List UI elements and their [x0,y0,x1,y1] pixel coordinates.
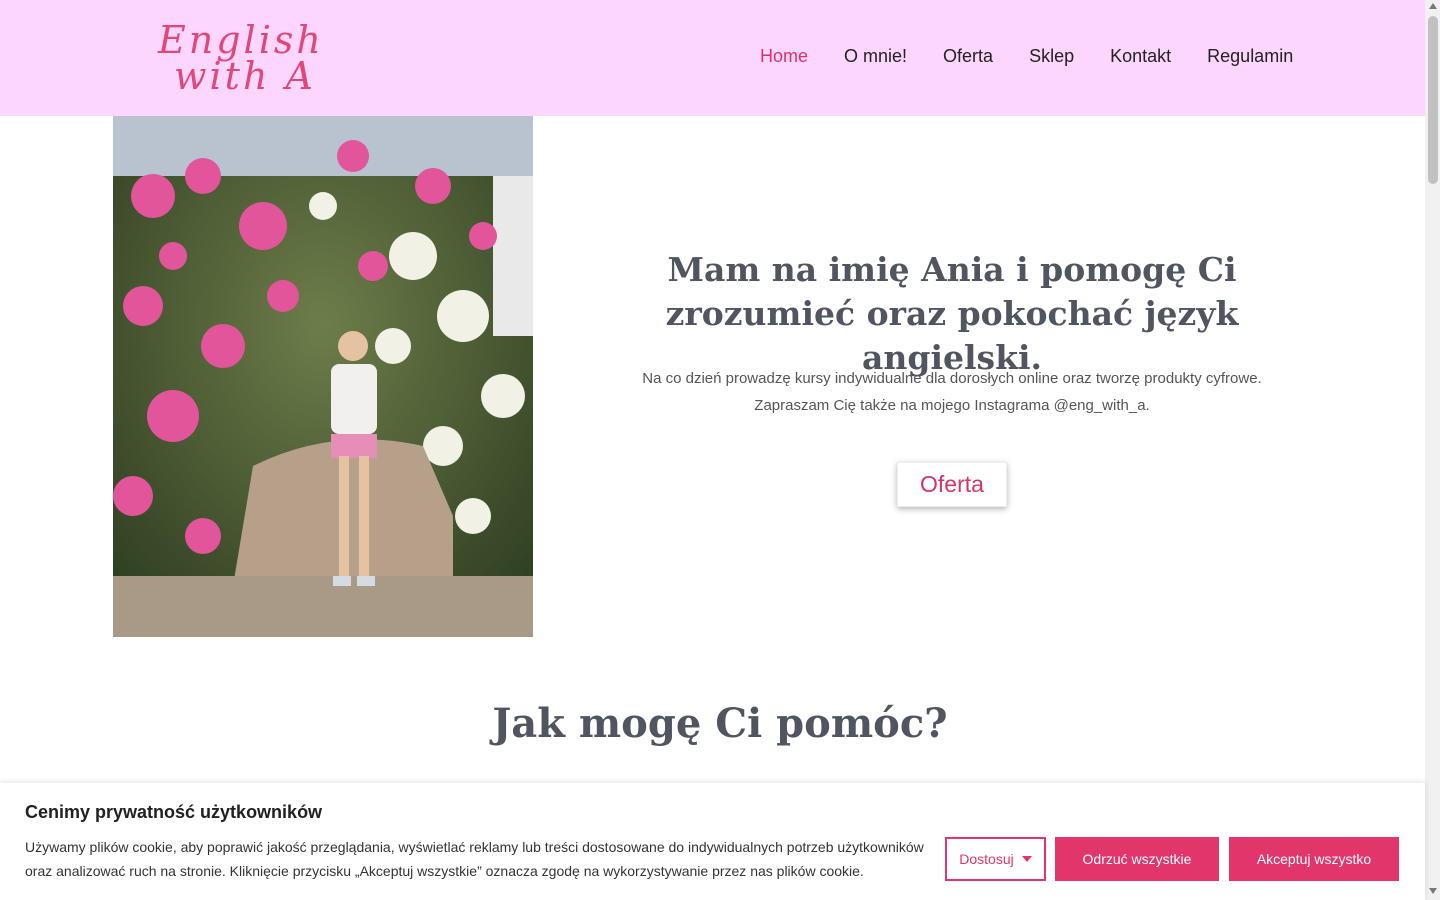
hero-photo [113,116,533,637]
scroll-thumb[interactable] [1428,16,1438,184]
logo-line-2: with A [174,54,316,98]
main-nav: Home O mnie! Oferta Sklep Kontakt Regula… [760,46,1329,67]
nav-o-mnie[interactable]: O mnie! [844,46,907,67]
hero-description-line-1: Na co dzień prowadzę kursy indywidualne … [642,370,1262,387]
customize-label: Dostosuj [959,851,1014,867]
cookie-description: Używamy plików cookie, aby poprawić jako… [25,839,924,879]
section-title: Jak mogę Ci pomóc? [492,700,948,747]
nav-home[interactable]: Home [760,46,808,67]
nav-sklep[interactable]: Sklep [1029,46,1074,67]
page-scrollbar[interactable] [1425,0,1440,900]
hero-description-line-2: Zapraszam Cię także na mojego Instagrama… [754,397,1150,414]
nav-kontakt[interactable]: Kontakt [1110,46,1171,67]
scroll-down-arrow-icon[interactable] [1429,888,1437,894]
oferta-button[interactable]: Oferta [897,462,1007,507]
nav-oferta[interactable]: Oferta [943,46,993,67]
cookie-banner: Cenimy prywatność użytkowników Używamy p… [0,783,1425,900]
accept-all-button[interactable]: Akceptuj wszystko [1229,837,1399,881]
hero-description: Na co dzień prowadzę kursy indywidualne … [590,365,1314,419]
site-header: English with A Home O mnie! Oferta Sklep… [0,0,1425,116]
nav-regulamin[interactable]: Regulamin [1207,46,1293,67]
customize-button[interactable]: Dostosuj [945,837,1046,881]
logo-line-1: English [158,18,324,62]
cookie-title: Cenimy prywatność użytkowników [25,802,323,822]
scroll-up-arrow-icon[interactable] [1429,3,1437,9]
site-logo[interactable]: English with A [158,18,324,98]
reject-all-button[interactable]: Odrzuć wszystkie [1055,837,1219,881]
hero-title: Mam na imię Ania i pomogę Ci zrozumieć o… [665,250,1239,377]
caret-down-icon [1021,856,1032,862]
